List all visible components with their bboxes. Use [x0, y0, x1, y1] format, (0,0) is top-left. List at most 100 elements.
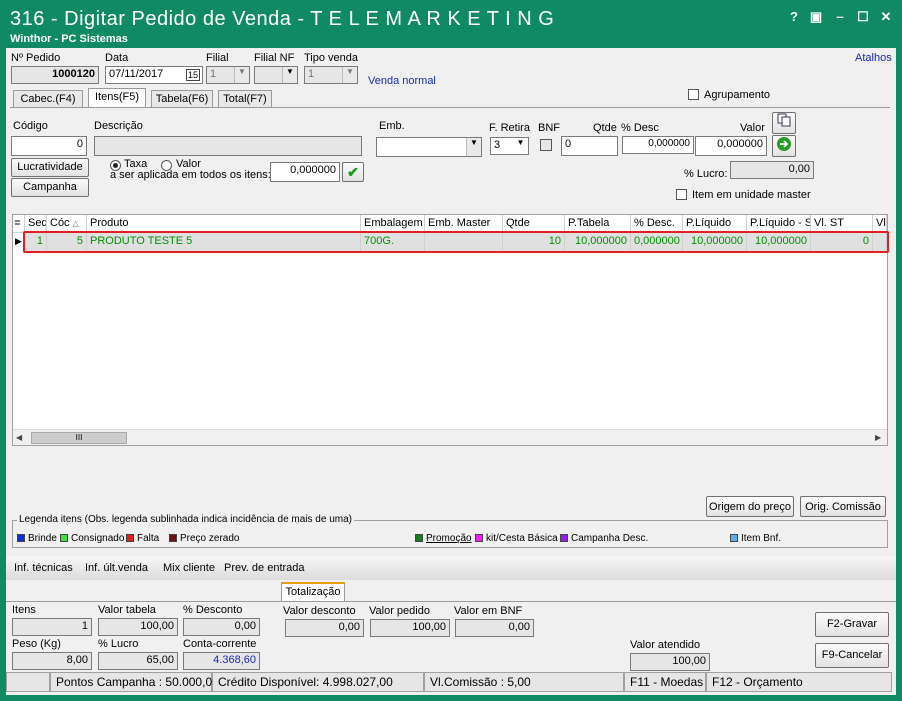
filial-select[interactable]: 1 ▼	[206, 66, 250, 84]
aplicada-label: a ser aplicada em todos os itens:	[110, 169, 271, 181]
tab-divider	[10, 107, 890, 108]
restore-icon[interactable]: ▣	[806, 8, 826, 26]
maximize-icon[interactable]: ☐	[853, 8, 873, 26]
agrupamento-checkbox[interactable]	[688, 89, 699, 100]
filialnf-select[interactable]: ▼	[254, 66, 298, 84]
cancelar-button[interactable]: F9-Cancelar	[815, 643, 889, 668]
valor-desconto-label: Valor desconto	[283, 605, 356, 617]
legend-brinde: Brinde	[17, 533, 57, 544]
app-window: 316 - Digitar Pedido de Venda - T E L E …	[0, 0, 902, 701]
scroll-left-icon[interactable]: ◀	[16, 433, 22, 442]
status-f12[interactable]: F12 - Orçamento	[706, 672, 892, 692]
legend-swatch	[60, 534, 68, 542]
tab-cabec[interactable]: Cabec.(F4)	[13, 90, 83, 108]
peso-label: Peso (Kg)	[12, 638, 61, 650]
valor-atendido-label: Valor atendido	[630, 639, 701, 651]
filial-value: 1	[210, 68, 217, 80]
link-prev-entrada[interactable]: Prev. de entrada	[224, 562, 305, 574]
tipovenda-value: 1	[308, 68, 315, 80]
orig-comissao-button[interactable]: Orig. Comissão	[800, 496, 886, 517]
minimize-icon[interactable]: –	[830, 8, 850, 26]
link-inf-ult-venda[interactable]: Inf. últ.venda	[85, 562, 148, 574]
help-icon[interactable]: ?	[784, 8, 804, 26]
status-blank	[6, 672, 50, 692]
status-comissao: Vl.Comissão : 5,00	[424, 672, 624, 692]
bnf-label: BNF	[538, 122, 560, 134]
legend-label: kit/Cesta Básica	[486, 533, 558, 544]
desc-input[interactable]: 0,000000	[622, 136, 694, 154]
valor-label: Valor	[740, 122, 765, 134]
aplicada-input[interactable]: 0,000000	[270, 162, 340, 182]
emb-select[interactable]: ▼	[376, 137, 482, 157]
items-grid: ≣ Seq Cóc △ Produto Embalagem Emb. Maste…	[12, 214, 889, 446]
descricao-input[interactable]	[94, 136, 362, 156]
codigo-input[interactable]: 0	[11, 136, 87, 156]
legend-swatch	[415, 534, 423, 542]
lucratividade-button[interactable]: Lucratividade	[11, 158, 89, 177]
copy-button[interactable]	[772, 112, 796, 134]
filial-label: Filial	[206, 52, 229, 64]
legend-swatch	[560, 534, 568, 542]
info-bar: Inf. técnicas Inf. últ.venda Mix cliente…	[6, 556, 896, 580]
bnf-checkbox[interactable]	[540, 139, 552, 151]
scroll-right-icon[interactable]: ▶	[875, 433, 881, 442]
descricao-label: Descrição	[94, 120, 143, 132]
unidade-master-checkbox[interactable]	[676, 189, 687, 200]
gravar-button[interactable]: F2-Gravar	[815, 612, 889, 637]
status-f11[interactable]: F11 - Moedas	[624, 672, 706, 692]
valor-atendido-field: 100,00	[630, 653, 710, 671]
taxa-radio-dot	[113, 163, 118, 168]
filialnf-label: Filial NF	[254, 52, 295, 64]
legend-swatch	[169, 534, 177, 542]
apply-check-button[interactable]: ✔	[342, 162, 364, 182]
legend-falta: Falta	[126, 533, 159, 544]
tab-totalizacao[interactable]: Totalização	[281, 582, 345, 602]
tab-itens[interactable]: Itens(F5)	[88, 88, 146, 108]
pct-lucro-field: 65,00	[98, 652, 178, 670]
tipovenda-select[interactable]: 1 ▼	[304, 66, 358, 84]
data-field[interactable]: 07/11/2017 15	[105, 66, 203, 84]
valor-bnf-field: 0,00	[455, 619, 534, 637]
link-inf-tecnicas[interactable]: Inf. técnicas	[14, 562, 73, 574]
valor-desconto-field: 0,00	[285, 619, 364, 637]
fretira-value: 3	[494, 139, 501, 151]
fretira-select[interactable]: 3 ▼	[490, 137, 529, 155]
close-icon[interactable]: ✕	[876, 8, 896, 26]
fretira-label: F. Retira	[489, 122, 530, 134]
tab-tabela[interactable]: Tabela(F6)	[151, 90, 213, 108]
sort-asc-icon: △	[72, 219, 79, 228]
check-icon: ✔	[347, 164, 359, 180]
data-value: 07/11/2017	[109, 68, 164, 80]
chevron-down-icon: ▼	[282, 67, 297, 83]
chevron-down-icon: ▼	[234, 67, 249, 83]
atalhos-link[interactable]: Atalhos	[855, 52, 892, 64]
legend-label: Preço zerado	[180, 533, 240, 544]
scroll-thumb[interactable]: III	[31, 432, 127, 444]
legend-swatch	[730, 534, 738, 542]
chevron-down-icon: ▼	[513, 138, 528, 154]
chevron-down-icon: ▼	[466, 138, 481, 156]
legend-item-bnf: Item Bnf.	[730, 533, 781, 544]
window-subtitle: Winthor - PC Sistemas	[10, 33, 128, 45]
copy-icon	[777, 113, 791, 127]
valor-pedido-label: Valor pedido	[369, 605, 430, 617]
pct-desconto-label: % Desconto	[183, 604, 243, 616]
legend-box: Legenda itens (Obs. legenda sublinhada i…	[12, 514, 888, 548]
qtde-input[interactable]: 0	[561, 136, 618, 156]
pedido-field: 1000120	[11, 66, 99, 84]
legend-swatch	[475, 534, 483, 542]
itens-label: Itens	[12, 604, 36, 616]
tipovenda-desc: Venda normal	[368, 75, 436, 87]
link-mix-cliente[interactable]: Mix cliente	[163, 562, 215, 574]
legend-swatch	[126, 534, 134, 542]
calendar-icon[interactable]: 15	[185, 69, 200, 81]
campanha-button[interactable]: Campanha	[11, 178, 89, 197]
valor-input[interactable]: 0,000000	[695, 136, 767, 156]
legend-consignado: Consignado	[60, 533, 124, 544]
pct-lucro-label: % Lucro	[98, 638, 139, 650]
confirm-item-button[interactable]	[772, 135, 796, 157]
tab-total[interactable]: Total(F7)	[218, 90, 272, 108]
horizontal-scrollbar[interactable]: ◀ III ▶	[13, 429, 887, 445]
legend-label: Consignado	[71, 533, 125, 544]
origem-preco-button[interactable]: Origem do preço	[706, 496, 794, 517]
